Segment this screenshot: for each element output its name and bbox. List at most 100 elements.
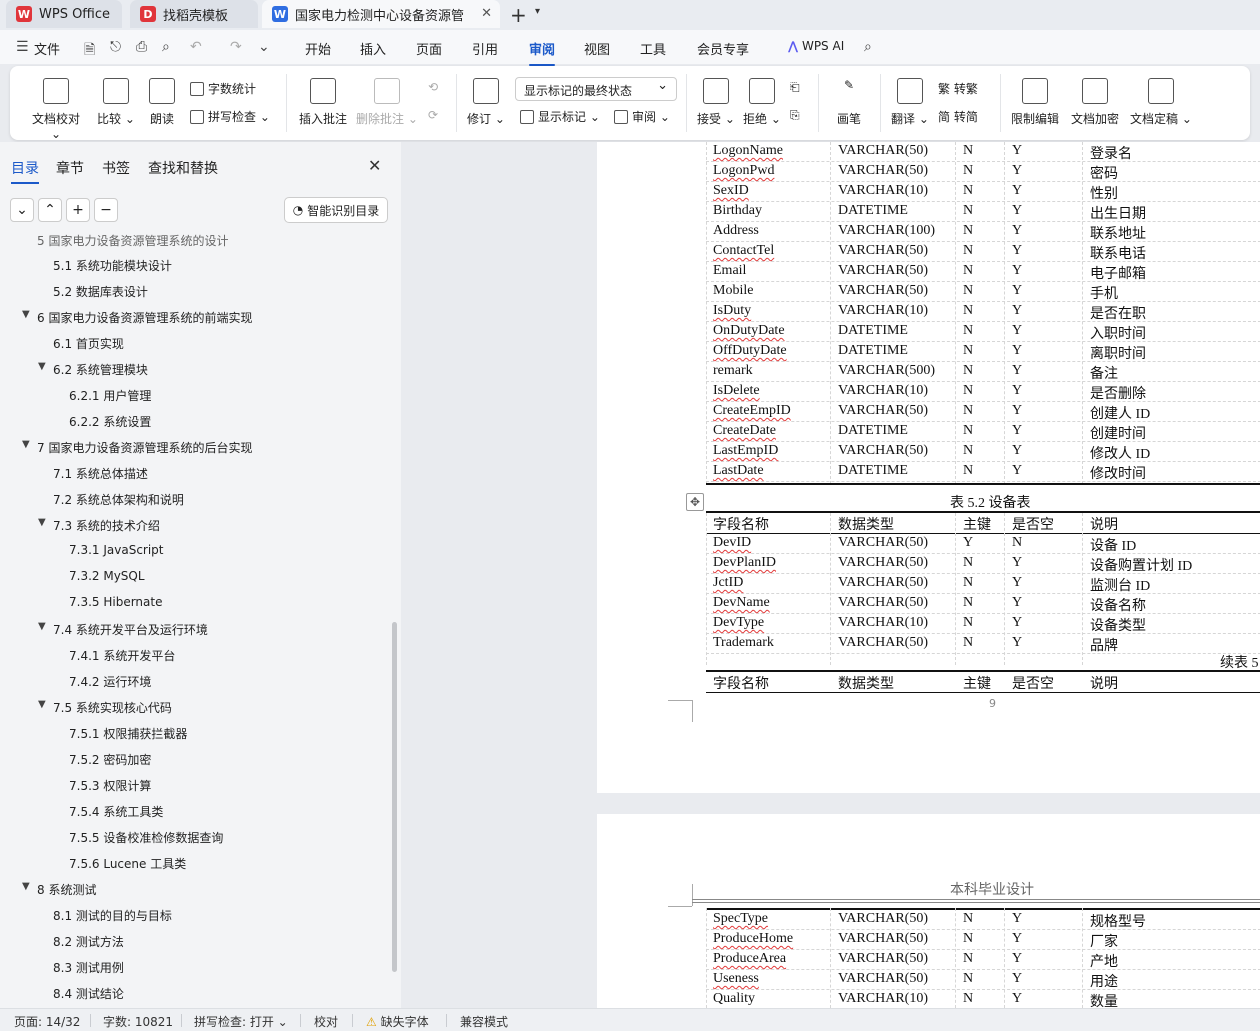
tab-template[interactable]: D 找稻壳模板: [130, 0, 258, 28]
save-icon[interactable]: 🗎: [84, 39, 95, 63]
caret-down-icon[interactable]: ▼: [38, 621, 46, 632]
proof-button[interactable]: 文档校对 ⌄: [26, 78, 86, 141]
restrict-edit-button[interactable]: 限制编辑: [1010, 78, 1060, 127]
review-pane-button[interactable]: 审阅 ⌄: [614, 108, 670, 125]
pen-button[interactable]: ✎ 画笔: [832, 78, 866, 127]
smart-toc-button[interactable]: ◔ 智能识别目录: [284, 197, 388, 223]
toc-item[interactable]: 8.3 测试用例: [53, 959, 124, 976]
close-icon[interactable]: ✕: [368, 156, 381, 175]
menu-insert[interactable]: 插入: [360, 39, 386, 58]
toc-item[interactable]: 7.3.5 Hibernate: [69, 595, 162, 609]
toc-item[interactable]: 7.4.1 系统开发平台: [69, 647, 175, 664]
caret-down-icon[interactable]: ▼: [22, 881, 30, 892]
compare-button[interactable]: 比较 ⌄: [96, 78, 136, 127]
toc-item[interactable]: 6.2.1 用户管理: [69, 387, 151, 404]
to-simplified-button[interactable]: 简 转简: [938, 108, 978, 125]
toc-item[interactable]: ▼ 7.3 系统的技术介绍: [38, 517, 160, 534]
print-icon[interactable]: ⎙: [136, 39, 147, 55]
toc-item[interactable]: 7.4.2 运行环境: [69, 673, 151, 690]
toc-item[interactable]: 7.2 系统总体架构和说明: [53, 491, 184, 508]
tab-chapter[interactable]: 章节: [56, 158, 84, 178]
table-move-handle-icon[interactable]: ✥: [686, 493, 704, 511]
new-tab-icon[interactable]: +: [510, 3, 527, 27]
toc-item[interactable]: 7.3.2 MySQL: [69, 569, 145, 583]
toc-item[interactable]: ▼ 8 系统测试: [22, 881, 96, 898]
toc-item[interactable]: 8.4 测试结论: [53, 985, 124, 1002]
prev-change-icon[interactable]: ⎗: [790, 80, 800, 95]
more-chevron-icon[interactable]: ⌄: [258, 39, 270, 55]
toc-item[interactable]: 7.5.4 系统工具类: [69, 803, 163, 820]
caret-down-icon[interactable]: ▼: [38, 699, 46, 710]
tab-bookmark[interactable]: 书签: [102, 158, 130, 178]
toc-item[interactable]: 7.5.2 密码加密: [69, 751, 151, 768]
toc-item[interactable]: 7.5.5 设备校准检修数据查询: [69, 829, 223, 846]
menu-start[interactable]: 开始: [305, 39, 331, 58]
toc-item[interactable]: 6.2.2 系统设置: [69, 413, 151, 430]
encrypt-button[interactable]: 文档加密: [1070, 78, 1120, 127]
read-aloud-button[interactable]: 朗读: [146, 78, 178, 127]
menu-tools[interactable]: 工具: [640, 39, 666, 58]
caret-down-icon[interactable]: ▼: [22, 439, 30, 450]
toc-item[interactable]: ▼ 7 国家电力设备资源管理系统的后台实现: [22, 439, 252, 456]
next-comment-icon[interactable]: ⟳: [428, 108, 438, 122]
tab-document[interactable]: W 国家电力检测中心设备资源管 ✕: [262, 0, 500, 28]
remove-toc-button[interactable]: −: [94, 198, 118, 222]
close-tab-icon[interactable]: ✕: [481, 6, 492, 21]
toc-item[interactable]: ▼ 6.2 系统管理模块: [38, 361, 148, 378]
toc-item[interactable]: ▼ 7.4 系统开发平台及运行环境: [38, 621, 208, 638]
toc-item[interactable]: 7.3.1 JavaScript: [69, 543, 164, 557]
wordcount-button[interactable]: 字数统计: [190, 80, 256, 97]
tab-find-replace[interactable]: 查找和替换: [148, 158, 218, 178]
toc-item[interactable]: 7.5.6 Lucene 工具类: [69, 855, 186, 872]
expand-down-button[interactable]: ⌄: [10, 198, 34, 222]
status-wordcount[interactable]: 字数: 10821: [103, 1013, 173, 1030]
menu-review[interactable]: 审阅: [529, 39, 556, 66]
redo-icon[interactable]: ↷: [230, 39, 242, 55]
toc-scrollbar[interactable]: [392, 622, 397, 972]
menu-page[interactable]: 页面: [416, 39, 442, 58]
insert-comment-button[interactable]: 插入批注: [298, 78, 348, 127]
toc-item[interactable]: 5 国家电力设备资源管理系统的设计: [37, 232, 228, 249]
status-page[interactable]: 页面: 14/32: [14, 1013, 80, 1030]
toc-item[interactable]: 6.1 首页实现: [53, 335, 124, 352]
finalize-button[interactable]: 文档定稿 ⌄: [1130, 78, 1192, 127]
menu-reference[interactable]: 引用: [472, 39, 498, 58]
caret-down-icon[interactable]: ▼: [38, 361, 46, 372]
toc-item[interactable]: 8.2 测试方法: [53, 933, 124, 950]
hamburger-icon[interactable]: ☰: [16, 39, 29, 55]
menu-wps-ai[interactable]: ⋀ WPS AI: [788, 39, 844, 53]
spellcheck-button[interactable]: 拼写检查 ⌄: [190, 108, 270, 125]
menu-file[interactable]: 文件: [34, 39, 60, 58]
toc-item[interactable]: 8.1 测试的目的与目标: [53, 907, 172, 924]
undo-icon[interactable]: ↶: [190, 39, 202, 55]
status-missing-font[interactable]: ⚠ 缺失字体: [366, 1013, 429, 1030]
toc-item[interactable]: 7.5.1 权限捕获拦截器: [69, 725, 187, 742]
show-marks-button[interactable]: 显示标记 ⌄: [520, 108, 600, 125]
display-state-select[interactable]: 显示标记的最终状态: [515, 77, 677, 101]
translate-button[interactable]: 翻译 ⌄: [890, 78, 930, 127]
toc-item[interactable]: 7.1 系统总体描述: [53, 465, 148, 482]
delete-comment-button[interactable]: 删除批注 ⌄: [356, 78, 418, 127]
print-preview-icon[interactable]: ⌕: [162, 39, 170, 55]
tab-wps-office[interactable]: W WPS Office: [6, 0, 122, 28]
chevron-down-icon[interactable]: ▾: [535, 6, 540, 17]
to-traditional-button[interactable]: 繁 转繁: [938, 80, 978, 97]
caret-down-icon[interactable]: ▼: [38, 517, 46, 528]
revise-button[interactable]: 修订 ⌄: [466, 78, 506, 127]
share-icon[interactable]: ⎋: [110, 39, 121, 55]
menu-view[interactable]: 视图: [584, 39, 610, 58]
toc-item[interactable]: 7.5.3 权限计算: [69, 777, 151, 794]
next-change-icon[interactable]: ⎘: [790, 108, 800, 123]
toc-item[interactable]: ▼ 7.5 系统实现核心代码: [38, 699, 172, 716]
prev-comment-icon[interactable]: ⟲: [428, 80, 438, 94]
accept-button[interactable]: 接受 ⌄: [696, 78, 736, 127]
toc-item[interactable]: 5.2 数据库表设计: [53, 283, 148, 300]
caret-down-icon[interactable]: ▼: [22, 309, 30, 320]
toc-item[interactable]: ▼ 6 国家电力设备资源管理系统的前端实现: [22, 309, 252, 326]
search-icon[interactable]: ⌕: [864, 39, 872, 55]
add-toc-button[interactable]: +: [66, 198, 90, 222]
status-proof[interactable]: 校对: [314, 1013, 338, 1030]
toc-item[interactable]: 5.1 系统功能模块设计: [53, 257, 172, 274]
status-spellcheck[interactable]: 拼写检查: 打开 ⌄: [194, 1013, 288, 1030]
collapse-up-button[interactable]: ⌃: [38, 198, 62, 222]
